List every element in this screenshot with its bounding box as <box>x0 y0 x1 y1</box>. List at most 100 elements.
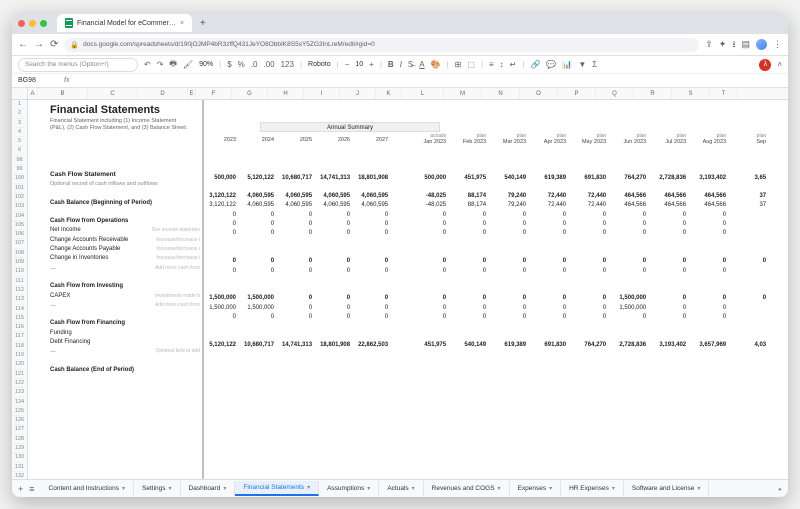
download-icon[interactable]: ⭳ <box>732 37 735 53</box>
url-text: docs.google.com/spreadsheets/d/190jOJMP4… <box>83 41 375 48</box>
minimize-window-icon[interactable] <box>29 20 36 27</box>
merge-cells-button[interactable]: ⬚ <box>467 60 475 69</box>
lock-icon: 🔒 <box>70 41 79 49</box>
undo-button[interactable]: ↶ <box>144 60 151 69</box>
scroll-tabs-right[interactable]: ▸ <box>779 485 782 493</box>
italic-button[interactable]: I <box>400 60 402 69</box>
sheet-tab-bar: + ≡ Content and Instructions▾Settings▾Da… <box>12 479 788 497</box>
print-button[interactable]: 🖶 <box>169 58 177 72</box>
column-header[interactable]: H <box>268 88 304 99</box>
column-header[interactable]: Q <box>596 88 634 99</box>
font-size-decrease[interactable]: − <box>345 60 350 69</box>
share-icon[interactable]: ⇪ <box>705 39 713 50</box>
sheet-tab[interactable]: Assumptions▾ <box>319 481 379 496</box>
column-header[interactable]: R <box>634 88 672 99</box>
back-button[interactable]: ← <box>18 39 28 50</box>
column-header[interactable]: B <box>38 88 88 99</box>
row-labels: Cash Flow Statement Optional record of c… <box>50 170 200 375</box>
column-header[interactable]: T <box>710 88 738 99</box>
insert-comment-button[interactable]: 💬 <box>546 60 556 69</box>
vertical-align-button[interactable]: ↕ <box>500 60 504 69</box>
address-bar-row: ← → ⟳ 🔒 docs.google.com/spreadsheets/d/1… <box>12 34 788 56</box>
profile-avatar[interactable] <box>756 39 767 50</box>
spreadsheet-grid[interactable]: 1234569899100101102103104105106107108109… <box>12 100 788 479</box>
browser-actions: ⇪ ✦ ⭳ ▤ ⋮ <box>705 37 782 53</box>
filter-button[interactable]: ▼ <box>578 60 586 69</box>
insert-link-button[interactable]: 🔗 <box>530 60 540 69</box>
sheet-tab[interactable]: Software and License▾ <box>624 481 710 496</box>
more-formats-button[interactable]: 123 <box>281 60 294 69</box>
column-header[interactable]: C <box>88 88 138 99</box>
menu-search-input[interactable]: Search the menus (Option+/) <box>18 58 138 72</box>
column-header[interactable]: S <box>672 88 710 99</box>
column-header[interactable]: J <box>340 88 376 99</box>
fx-icon: fx <box>64 77 69 84</box>
name-box[interactable]: BG98 <box>18 77 58 84</box>
maximize-window-icon[interactable] <box>40 20 47 27</box>
column-header[interactable]: M <box>444 88 482 99</box>
close-tab-icon[interactable]: × <box>180 20 184 27</box>
sheet-tab[interactable]: Content and Instructions▾ <box>41 481 134 496</box>
add-sheet-button[interactable]: + <box>18 484 23 494</box>
section-cash-flow-statement: Cash Flow Statement <box>50 170 200 179</box>
column-header[interactable]: A <box>28 88 38 99</box>
paint-format-button[interactable]: 🖌 <box>183 60 193 69</box>
column-header[interactable]: K <box>376 88 402 99</box>
bold-button[interactable]: B <box>388 60 394 69</box>
column-header[interactable]: L <box>402 88 444 99</box>
currency-format-button[interactable]: $ <box>227 60 231 69</box>
redo-button[interactable]: ↷ <box>157 60 164 69</box>
sheet-canvas[interactable]: Financial Statements Financial Statement… <box>28 100 788 479</box>
formula-bar-row: BG98 fx <box>12 74 788 88</box>
forward-button[interactable]: → <box>34 39 44 50</box>
sheet-tab[interactable]: Actuals▾ <box>379 481 423 496</box>
doc-title: Financial Statements <box>50 104 190 116</box>
column-header[interactable]: G <box>232 88 268 99</box>
browser-window: Financial Model for eCommer… × + ← → ⟳ 🔒… <box>12 12 788 497</box>
sheet-tab[interactable]: Dashboard▾ <box>181 481 236 496</box>
sheet-tab[interactable]: Revenues and COGS▾ <box>424 481 510 496</box>
collapse-toolbar-button[interactable]: ˄ <box>777 59 782 71</box>
apps-script-icon[interactable]: λ <box>759 59 771 71</box>
doc-subtitle: Financial Statement including (1) Income… <box>50 118 190 131</box>
new-tab-button[interactable]: + <box>200 18 206 29</box>
column-header[interactable]: E <box>188 88 196 99</box>
search-placeholder: Search the menus (Option+/) <box>25 61 109 68</box>
sheets-toolbar: Search the menus (Option+/) ↶ ↷ 🖶 🖌 90% … <box>12 56 788 74</box>
column-header[interactable]: F <box>196 88 232 99</box>
sheet-tab[interactable]: Settings▾ <box>134 481 181 496</box>
column-header[interactable]: N <box>482 88 520 99</box>
horizontal-align-button[interactable]: ≡ <box>489 60 494 69</box>
zoom-select[interactable]: 90% <box>199 61 213 68</box>
column-header[interactable]: O <box>520 88 558 99</box>
extensions-icon[interactable]: ✦ <box>719 39 727 50</box>
text-wrap-button[interactable]: ↵ <box>510 60 517 69</box>
bookmark-icon[interactable]: ▤ <box>741 39 750 50</box>
reload-button[interactable]: ⟳ <box>50 39 58 50</box>
all-sheets-button[interactable]: ≡ <box>29 484 34 494</box>
insert-chart-button[interactable]: 📊 <box>562 60 572 69</box>
sheet-tab[interactable]: Expenses▾ <box>510 481 562 496</box>
column-headers: ABCDEFGHIJKLMNOPQRST <box>12 88 788 100</box>
borders-button[interactable]: ⊞ <box>455 60 462 69</box>
increase-decimal-button[interactable]: .00 <box>263 60 274 69</box>
address-bar[interactable]: 🔒 docs.google.com/spreadsheets/d/190jOJM… <box>64 38 699 52</box>
strikethrough-button[interactable]: S̶ <box>408 60 413 69</box>
tab-title: Financial Model for eCommer… <box>77 20 176 27</box>
font-size-increase[interactable]: + <box>369 60 374 69</box>
sheet-tab[interactable]: HR Expenses▾ <box>561 481 624 496</box>
fill-color-button[interactable]: 🎨 <box>431 60 441 69</box>
sheet-tab[interactable]: Financial Statements▾ <box>235 481 319 496</box>
chrome-menu-icon[interactable]: ⋮ <box>773 39 782 50</box>
font-size-input[interactable]: 10 <box>355 61 363 68</box>
column-header[interactable]: D <box>138 88 188 99</box>
column-header[interactable]: P <box>558 88 596 99</box>
functions-button[interactable]: Σ <box>592 60 597 69</box>
percent-format-button[interactable]: % <box>238 60 245 69</box>
decrease-decimal-button[interactable]: .0 <box>251 60 258 69</box>
browser-tab[interactable]: Financial Model for eCommer… × <box>57 14 192 32</box>
text-color-button[interactable]: A <box>419 60 424 69</box>
column-header[interactable]: I <box>304 88 340 99</box>
font-family-select[interactable]: Roboto <box>308 61 331 68</box>
close-window-icon[interactable] <box>18 20 25 27</box>
